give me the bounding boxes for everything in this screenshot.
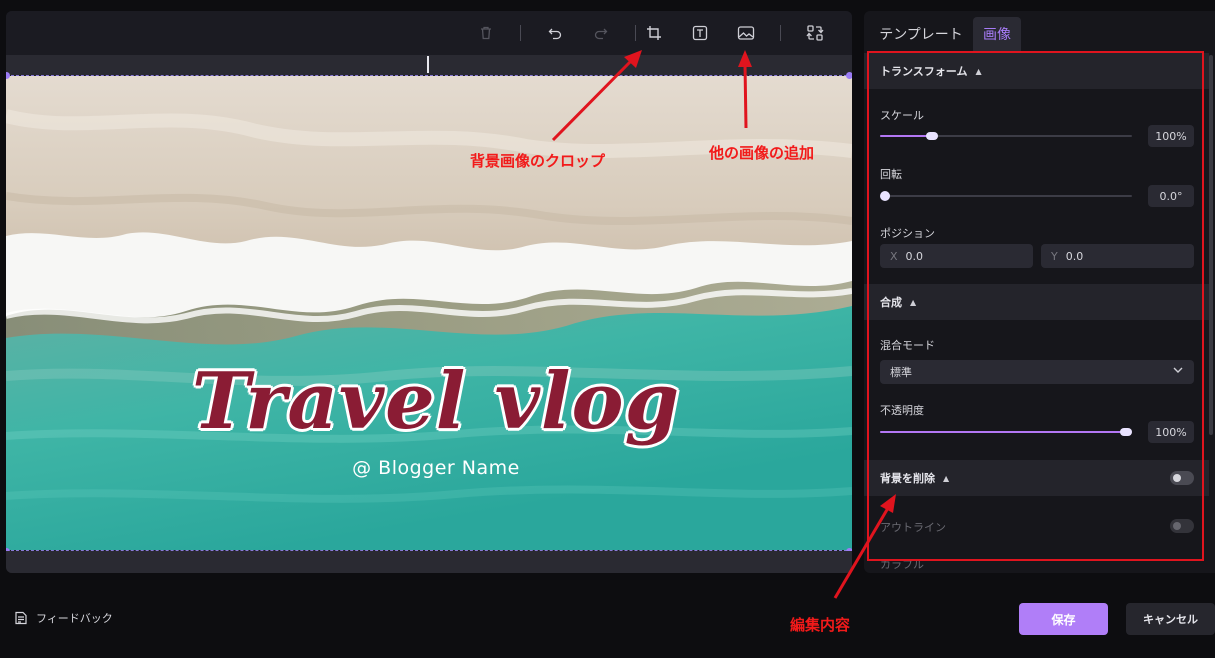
annotation-edit-note: 編集内容 (790, 616, 851, 634)
annotation-crop-note: 背景画像のクロップ (470, 152, 606, 170)
annotation-add-image-note: 他の画像の追加 (709, 144, 815, 162)
annotation-arrows (551, 50, 896, 599)
